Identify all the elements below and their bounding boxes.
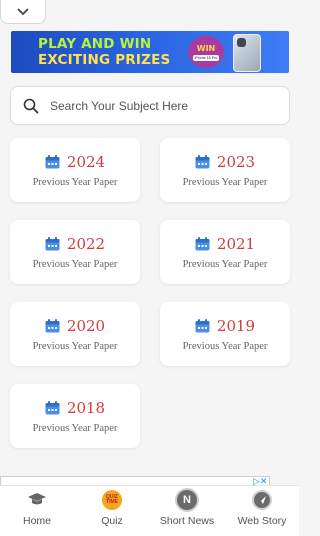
quiz-time-icon: QUIZ TIME: [102, 490, 122, 510]
paper-year: 2019: [216, 316, 256, 335]
paper-label: Previous Year Paper: [182, 340, 268, 352]
bottom-nav: Home QUIZ TIME Quiz N Short News Web Sto…: [0, 485, 299, 536]
paper-card-2021[interactable]: 2021 Previous Year Paper: [160, 220, 290, 284]
web-story-icon: [252, 490, 272, 510]
paper-label: Previous Year Paper: [32, 258, 118, 270]
graduation-cap-icon: [27, 490, 47, 510]
paper-year: 2020: [66, 316, 106, 335]
paper-label: Previous Year Paper: [182, 258, 268, 270]
chevron-down-icon: [17, 7, 29, 15]
nav-web-story[interactable]: Web Story: [225, 490, 299, 527]
banner-text: PLAY AND WIN EXCITING PRIZES: [38, 36, 170, 68]
news-n-icon: N: [177, 490, 197, 510]
win-badge: WIN iPhone 16 Pro: [188, 36, 224, 68]
phone-image: [233, 34, 261, 72]
calendar-icon: [195, 318, 210, 332]
calendar-icon: [45, 154, 60, 168]
nav-home[interactable]: Home: [0, 490, 74, 527]
nav-quiz[interactable]: QUIZ TIME Quiz: [75, 490, 149, 527]
paper-card-2020[interactable]: 2020 Previous Year Paper: [10, 302, 140, 366]
search-input[interactable]: [48, 97, 272, 114]
paper-year: 2021: [216, 234, 256, 253]
badge-text: WIN: [196, 43, 216, 53]
nav-label-short-news: Short News: [159, 515, 215, 527]
banner-line2: EXCITING PRIZES: [38, 52, 171, 68]
paper-card-2024[interactable]: 2024 Previous Year Paper: [10, 138, 140, 202]
paper-label: Previous Year Paper: [32, 422, 118, 434]
nav-label-web-story: Web Story: [237, 515, 287, 527]
paper-label: Previous Year Paper: [182, 176, 268, 188]
paper-year: 2022: [66, 234, 106, 253]
calendar-icon: [195, 236, 210, 250]
banner-line1: PLAY AND WIN: [38, 36, 152, 52]
nav-label-home: Home: [22, 515, 51, 527]
paper-year: 2018: [66, 398, 106, 417]
calendar-icon: [45, 236, 60, 250]
paper-card-2019[interactable]: 2019 Previous Year Paper: [160, 302, 290, 366]
ad-strip[interactable]: [0, 476, 270, 485]
paper-card-2022[interactable]: 2022 Previous Year Paper: [10, 220, 140, 284]
paper-year: 2023: [216, 152, 256, 171]
search-icon: [23, 98, 39, 113]
paper-label: Previous Year Paper: [32, 176, 118, 188]
paper-card-2018[interactable]: 2018 Previous Year Paper: [10, 384, 140, 448]
paper-year: 2024: [66, 152, 106, 171]
calendar-icon: [195, 154, 210, 168]
search-bar[interactable]: [10, 86, 290, 125]
nav-short-news[interactable]: N Short News: [150, 490, 224, 527]
paper-label: Previous Year Paper: [32, 340, 118, 352]
calendar-icon: [45, 400, 60, 414]
nav-label-quiz: Quiz: [101, 515, 123, 527]
badge-sub: iPhone 16 Pro: [192, 54, 220, 61]
calendar-icon: [45, 318, 60, 332]
collapse-toggle[interactable]: [0, 0, 46, 24]
paper-card-2023[interactable]: 2023 Previous Year Paper: [160, 138, 290, 202]
promo-banner[interactable]: PLAY AND WIN EXCITING PRIZES WIN iPhone …: [11, 31, 289, 73]
